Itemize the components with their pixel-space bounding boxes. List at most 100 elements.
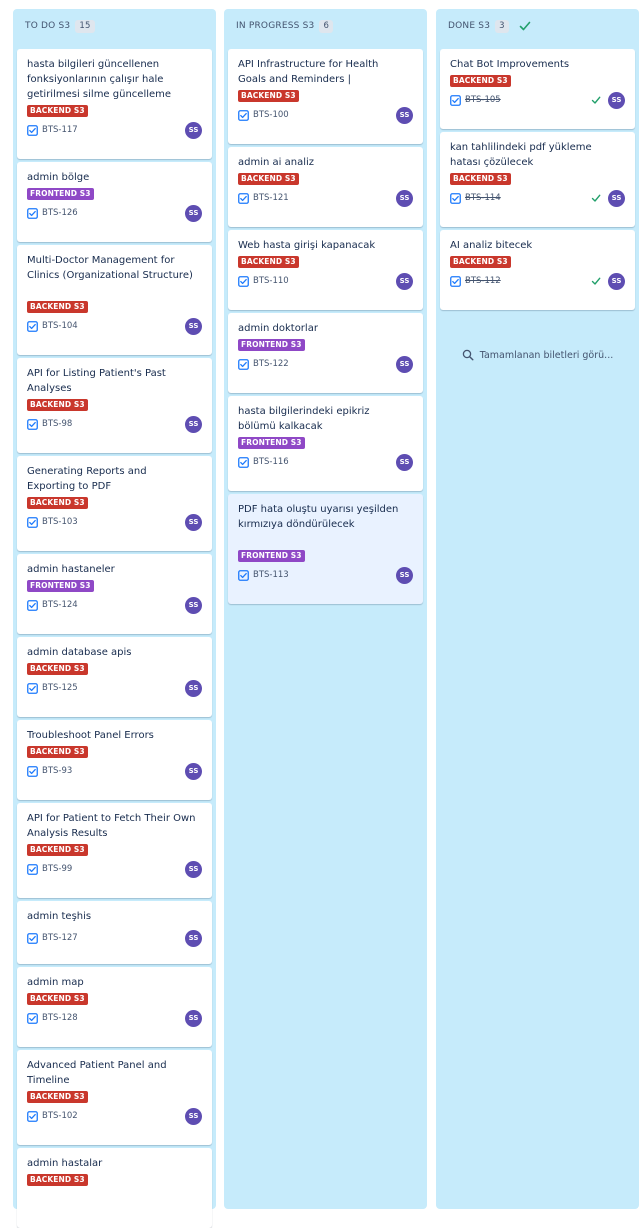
issue-summary: Generating Reports and Exporting to PDF (27, 466, 147, 492)
issue-summary: Advanced Patient Panel and Timeline (27, 1060, 167, 1086)
issue-key[interactable]: BTS-113 (253, 570, 289, 580)
done-check-icon (591, 276, 601, 286)
column-count: 6 (319, 19, 334, 33)
issue-card[interactable]: admin map BACKEND S3 BTS-128 SS (17, 967, 212, 1047)
sprint-label: BACKEND S3 (27, 1174, 88, 1186)
issue-card[interactable]: admin doktorlar FRONTEND S3 BTS-122 SS (228, 313, 423, 393)
assignee-avatar[interactable]: SS (185, 860, 202, 878)
assignee-avatar[interactable]: SS (185, 204, 202, 222)
task-type-icon (238, 569, 249, 581)
issue-card[interactable]: admin database apis BACKEND S3 BTS-125 SS (17, 637, 212, 717)
issue-key[interactable]: BTS-125 (42, 683, 78, 693)
issue-card[interactable]: API for Patient to Fetch Their Own Analy… (17, 803, 212, 898)
issue-footer: BTS-98 SS (27, 415, 202, 433)
issue-card[interactable]: AI analiz bitecek BACKEND S3 BTS-112 SS (440, 230, 635, 310)
issue-key[interactable]: BTS-99 (42, 864, 72, 874)
task-type-icon (238, 456, 249, 468)
sprint-label: FRONTEND S3 (27, 188, 94, 200)
sprint-label: FRONTEND S3 (238, 550, 305, 562)
issue-key[interactable]: BTS-114 (465, 193, 501, 203)
issue-key[interactable]: BTS-104 (42, 321, 78, 331)
issue-card[interactable]: hasta bilgileri güncellenen fonksiyonlar… (17, 49, 212, 159)
done-column-check-icon (519, 20, 531, 32)
column-title: TO DO S3 (25, 21, 71, 31)
column-header[interactable]: TO DO S3 15 (13, 9, 216, 43)
column-header[interactable]: DONE S3 3 (436, 9, 639, 43)
column-count: 15 (75, 19, 95, 33)
assignee-avatar[interactable]: SS (608, 91, 625, 109)
sprint-label: BACKEND S3 (27, 1091, 88, 1103)
issue-summary: admin hastaneler (27, 564, 115, 575)
sprint-label: BACKEND S3 (27, 746, 88, 758)
column-title: DONE S3 (448, 21, 491, 31)
issue-card[interactable]: Advanced Patient Panel and Timeline BACKE… (17, 1050, 212, 1145)
issue-key[interactable]: BTS-112 (465, 276, 501, 286)
assignee-avatar[interactable]: SS (185, 513, 202, 531)
column-title: IN PROGRESS S3 (236, 21, 315, 31)
issue-card[interactable]: Troubleshoot Panel Errors BACKEND S3 BTS-9… (17, 720, 212, 800)
issue-card[interactable]: admin bölge FRONTEND S3 BTS-126 SS (17, 162, 212, 242)
issue-card[interactable]: API Infrastructure for Health Goals and … (228, 49, 423, 144)
issue-card[interactable]: hasta bilgilerindeki epikriz bölümü kalk… (228, 396, 423, 491)
issue-summary: Web hasta girişi kapanacak (238, 240, 376, 251)
assignee-avatar[interactable]: SS (185, 121, 202, 139)
assignee-avatar[interactable]: SS (396, 189, 413, 207)
assignee-avatar[interactable]: SS (185, 1107, 202, 1125)
assignee-avatar[interactable]: SS (185, 762, 202, 780)
issue-key[interactable]: BTS-110 (253, 276, 289, 286)
issue-footer: BTS-99 SS (27, 860, 202, 878)
issue-card[interactable]: admin ai analiz BACKEND S3 BTS-121 SS (228, 147, 423, 227)
issue-key[interactable]: BTS-121 (253, 193, 289, 203)
assignee-avatar[interactable]: SS (396, 355, 413, 373)
assignee-avatar[interactable]: SS (396, 566, 413, 584)
column-header[interactable]: IN PROGRESS S3 6 (224, 9, 427, 43)
issue-footer: BTS-114 SS (450, 189, 625, 207)
issue-footer: BTS-112 SS (450, 272, 625, 290)
assignee-avatar[interactable]: SS (185, 415, 202, 433)
issue-footer: BTS-93 SS (27, 762, 202, 780)
issue-key[interactable]: BTS-126 (42, 208, 78, 218)
search-completed-issues-link[interactable]: Tamamlanan biletleri görü... (436, 349, 639, 361)
issue-key[interactable]: BTS-105 (465, 95, 501, 105)
done-check-icon (591, 95, 601, 105)
issue-card[interactable]: Generating Reports and Exporting to PDF B… (17, 456, 212, 551)
assignee-avatar[interactable]: SS (185, 317, 202, 335)
sprint-label: BACKEND S3 (238, 90, 299, 102)
issue-footer: BTS-113 SS (238, 566, 413, 584)
issue-key[interactable]: BTS-98 (42, 419, 72, 429)
assignee-avatar[interactable]: SS (396, 106, 413, 124)
issue-card[interactable]: Multi-Doctor Management for Clinics (Org… (17, 245, 212, 355)
issue-key[interactable]: BTS-93 (42, 766, 72, 776)
issue-key[interactable]: BTS-127 (42, 933, 78, 943)
issue-footer: BTS-121 SS (238, 189, 413, 207)
issue-key[interactable]: BTS-103 (42, 517, 78, 527)
assignee-avatar[interactable]: SS (185, 929, 202, 947)
issue-card[interactable]: API for Listing Patient's Past Analyses B… (17, 358, 212, 453)
assignee-avatar[interactable]: SS (608, 189, 625, 207)
issue-key[interactable]: BTS-117 (42, 125, 78, 135)
assignee-avatar[interactable]: SS (608, 272, 625, 290)
issue-key[interactable]: BTS-100 (253, 110, 289, 120)
issue-card[interactable]: Chat Bot Improvements BACKEND S3 BTS-105 SS (440, 49, 635, 129)
sprint-label: BACKEND S3 (27, 105, 88, 117)
assignee-avatar[interactable]: SS (185, 596, 202, 614)
issue-card[interactable]: admin hastaneler FRONTEND S3 BTS-124 SS (17, 554, 212, 634)
issue-card[interactable]: PDF hata oluştu uyarısı yeşilden kırmızı… (228, 494, 423, 604)
issue-summary: AI analiz bitecek (450, 240, 533, 251)
assignee-avatar[interactable]: SS (396, 453, 413, 471)
assignee-avatar[interactable]: SS (185, 679, 202, 697)
assignee-avatar[interactable]: SS (185, 1009, 202, 1027)
issue-card[interactable]: Web hasta girişi kapanacak BACKEND S3 BTS-… (228, 230, 423, 310)
issue-card[interactable]: admin hastalar BACKEND S3 (17, 1148, 212, 1228)
issue-key[interactable]: BTS-124 (42, 600, 78, 610)
issue-key[interactable]: BTS-122 (253, 359, 289, 369)
sprint-label: BACKEND S3 (238, 256, 299, 268)
task-type-icon (27, 418, 38, 430)
task-type-icon (27, 516, 38, 528)
issue-key[interactable]: BTS-116 (253, 457, 289, 467)
issue-key[interactable]: BTS-128 (42, 1013, 78, 1023)
issue-card[interactable]: kan tahlilindeki pdf yükleme hatası çözü… (440, 132, 635, 227)
issue-card[interactable]: admin teşhis BTS-127 SS (17, 901, 212, 964)
issue-key[interactable]: BTS-102 (42, 1111, 78, 1121)
assignee-avatar[interactable]: SS (396, 272, 413, 290)
